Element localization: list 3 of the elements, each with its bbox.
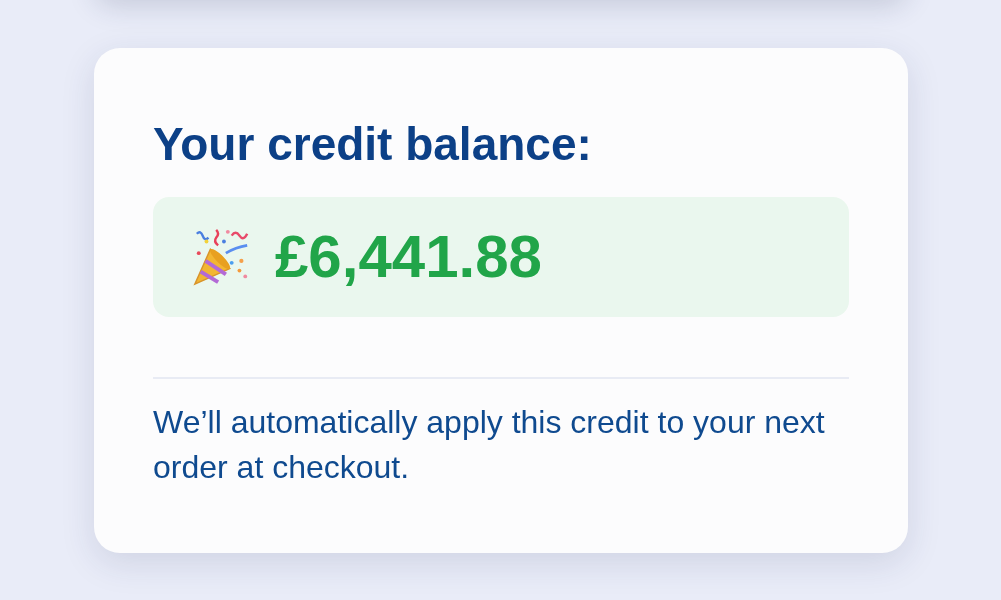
credit-note: We’ll automatically apply this credit to your next order at checkout. [153, 403, 826, 487]
card-title: Your credit balance: [153, 117, 593, 171]
credit-amount: £6,441.88 [275, 222, 542, 292]
